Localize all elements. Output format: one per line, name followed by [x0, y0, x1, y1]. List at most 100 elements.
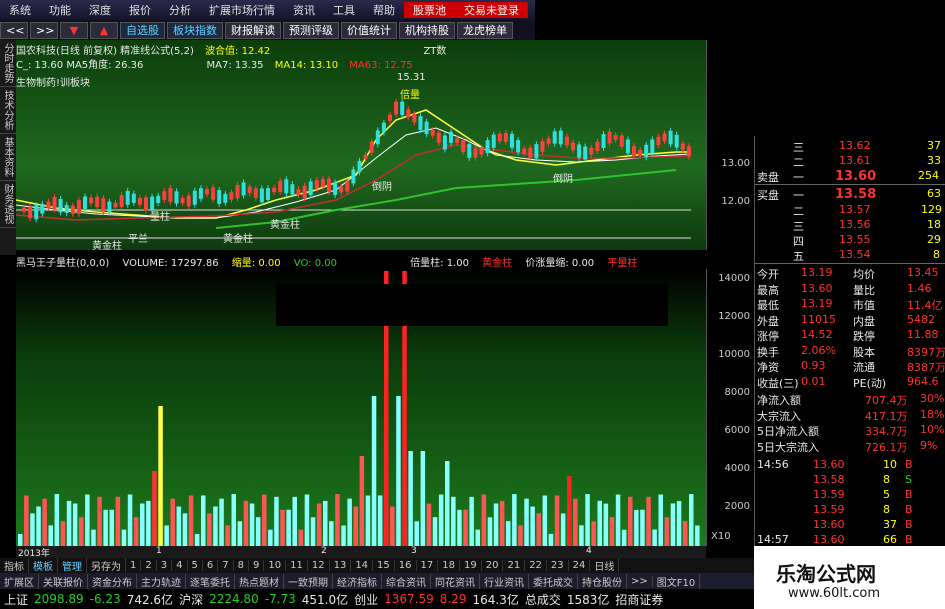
extension-tab[interactable]: 同花资讯	[431, 573, 480, 589]
tab-sector-index[interactable]: 板块指数	[167, 21, 223, 39]
candle	[674, 134, 679, 148]
extension-tab[interactable]: 行业资讯	[480, 573, 529, 589]
candle	[327, 178, 331, 193]
quote-panel: 三 13.62 37 二 13.61 33 卖盘 一 13.60 254 买盘 …	[754, 136, 945, 546]
indicator-tab[interactable]: 22	[525, 560, 547, 571]
candle	[418, 116, 423, 130]
indicator-tab[interactable]: 1	[126, 560, 142, 571]
indicator-tab[interactable]: 2	[141, 560, 157, 571]
volume-bar	[609, 517, 615, 546]
indicator-tab[interactable]: 6	[203, 560, 219, 571]
volume-bar	[109, 509, 114, 546]
stats-cell: 涨停	[757, 330, 779, 343]
candle	[540, 141, 545, 152]
candle	[522, 148, 527, 154]
menu-help[interactable]: 帮助	[364, 2, 404, 18]
golden-column-label-3: 黄金柱	[92, 241, 122, 252]
menu-system[interactable]: 系统	[0, 2, 40, 18]
extension-tab[interactable]: 经济指标	[333, 573, 382, 589]
up-arrow-icon[interactable]: ▲	[90, 21, 118, 39]
volume-bar	[420, 451, 426, 546]
vtab-financials[interactable]: 财务透视	[0, 181, 16, 228]
indicator-tab[interactable]: 13	[330, 560, 352, 571]
indicator-tab[interactable]: 3	[157, 560, 173, 571]
candle	[406, 109, 411, 118]
indicator-tab[interactable]: 14	[351, 560, 374, 571]
ticker-broker[interactable]: 招商证券	[615, 591, 663, 608]
vtab-intraday[interactable]: 分时走势	[0, 40, 16, 87]
ticker-total-name: 总成交	[524, 592, 561, 607]
tab-watchlist[interactable]: 自选股	[120, 21, 165, 39]
menu-function[interactable]: 功能	[40, 2, 80, 18]
indicator-tab[interactable]: 另存为	[87, 558, 126, 573]
bid-row-5: 五 13.54 8	[793, 248, 940, 263]
ticker-hs-name[interactable]: 沪深	[179, 591, 203, 608]
indicator-tab[interactable]: 10	[264, 560, 287, 571]
flow-cell: 10%	[920, 423, 945, 436]
back-button[interactable]: <<	[0, 21, 28, 39]
extension-tab[interactable]: 综合资讯	[382, 573, 431, 589]
extension-tab[interactable]: 逐笔委托	[186, 573, 235, 589]
extension-tab[interactable]: 持仓股份	[578, 573, 627, 589]
tab-value-stats[interactable]: 价值统计	[341, 21, 397, 39]
extension-tab[interactable]: 扩展区	[0, 573, 39, 589]
extension-tab[interactable]: 委托成交	[529, 573, 578, 589]
extension-tab[interactable]: 资金分布	[88, 573, 137, 589]
indicator-tab[interactable]: 9	[249, 560, 265, 571]
menu-trade-login[interactable]: 交易未登录	[455, 2, 528, 18]
volume-bar	[298, 529, 304, 546]
indicator-tab[interactable]: 16	[395, 560, 417, 571]
tab-institution-holdings[interactable]: 机构持股	[399, 21, 455, 39]
indicator-tab[interactable]: 4	[172, 560, 188, 571]
volume-bar	[140, 503, 145, 546]
candle	[442, 135, 447, 150]
indicator-tab[interactable]: 7	[218, 560, 234, 571]
indicator-tab[interactable]: 模板	[29, 558, 58, 573]
indicator-tab[interactable]: 24	[569, 560, 591, 571]
menu-analysis[interactable]: 分析	[160, 2, 200, 18]
indicator-tab[interactable]: 管理	[58, 558, 87, 573]
candle	[467, 144, 472, 158]
forward-button[interactable]: >>	[30, 21, 58, 39]
indicator-tab[interactable]: 日线	[590, 558, 620, 573]
menu-quote[interactable]: 报价	[120, 2, 160, 18]
indicator-tab[interactable]: 20	[482, 560, 504, 571]
indicator-tab[interactable]: 19	[460, 560, 482, 571]
indicator-tab[interactable]: 11	[286, 560, 308, 571]
stats-cell: 均价	[853, 268, 875, 281]
extension-tab[interactable]: 图文F10	[653, 573, 701, 589]
indicator-tab[interactable]: 5	[188, 560, 203, 571]
ticker-sh-name[interactable]: 上证	[4, 591, 28, 608]
down-arrow-icon[interactable]: ▼	[60, 21, 88, 39]
indicator-tab[interactable]: 23	[547, 560, 569, 571]
vtab-technical[interactable]: 技术分析	[0, 87, 16, 134]
candle	[430, 129, 435, 136]
extension-tab[interactable]: 热点题材	[235, 573, 284, 589]
indicator-tab[interactable]: 21	[503, 560, 526, 571]
candle	[46, 201, 51, 208]
extension-tab[interactable]: 关联报价	[39, 573, 88, 589]
flow-cell: 9%	[920, 438, 938, 452]
ticker-cy-name[interactable]: 创业	[354, 591, 378, 608]
extension-tab[interactable]: >>	[627, 575, 653, 587]
menu-depth[interactable]: 深度	[80, 2, 120, 18]
tab-financial-report[interactable]: 财报解读	[225, 21, 281, 39]
candlestick-chart[interactable]	[16, 40, 706, 250]
extension-tab[interactable]: 主力轨迹	[137, 573, 186, 589]
menu-stock-pool[interactable]: 股票池	[404, 2, 455, 18]
indicator-tab[interactable]: 18	[438, 560, 460, 571]
volume-bar	[390, 506, 395, 546]
indicator-tab[interactable]: 指标	[0, 558, 29, 573]
menu-tools[interactable]: 工具	[324, 2, 364, 18]
menu-news[interactable]: 资讯	[284, 2, 324, 18]
volume-bar	[280, 509, 285, 546]
tab-dragon-tiger-list[interactable]: 龙虎榜单	[457, 21, 513, 39]
vtab-fundamentals[interactable]: 基本资料	[0, 134, 16, 181]
indicator-tab[interactable]: 17	[417, 560, 439, 571]
indicator-tab[interactable]: 12	[308, 560, 330, 571]
menu-extended-market[interactable]: 扩展市场行情	[200, 2, 284, 18]
indicator-tab[interactable]: 15	[373, 560, 395, 571]
tab-forecast-rating[interactable]: 预测评级	[283, 21, 339, 39]
extension-tab[interactable]: 一致预期	[284, 573, 333, 589]
indicator-tab[interactable]: 8	[234, 560, 249, 571]
